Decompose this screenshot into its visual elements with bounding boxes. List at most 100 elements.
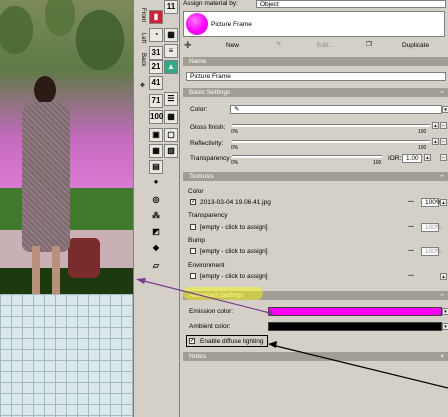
gloss-spin-icon[interactable]: ▴ <box>432 122 439 129</box>
material-name-input[interactable]: Picture Frame <box>186 72 446 81</box>
texture-transparency-pct[interactable]: 100% <box>421 223 442 232</box>
ambient-dropdown-icon[interactable]: ▾ <box>442 323 448 330</box>
number-tool-1[interactable]: 31 <box>149 46 163 60</box>
screen-icon[interactable]: ▤ <box>149 160 163 174</box>
material-swatch-row[interactable]: Picture Frame <box>183 11 445 37</box>
texture-transparency-label: Transparency <box>188 212 228 219</box>
ambient-color-label: Ambient color: <box>189 323 231 330</box>
new-button[interactable]: New <box>226 42 239 49</box>
diffuse-lighting-checkbox[interactable]: ✓ <box>189 338 195 344</box>
pie-icon[interactable]: ◔ <box>149 28 163 42</box>
texture-color-label: Color <box>188 188 204 195</box>
tab-left[interactable]: Left <box>136 30 146 46</box>
panel-icon[interactable]: ◩ <box>149 226 163 240</box>
transparency-slider[interactable] <box>232 155 382 158</box>
edit-button[interactable]: Edit... <box>317 42 334 49</box>
gloss-max: 100 <box>418 129 427 135</box>
reflectivity-label: Reflectivity: <box>190 140 224 147</box>
transparency-min: 0% <box>231 160 239 166</box>
ambient-color-swatch[interactable] <box>268 322 442 331</box>
ior-spin-icon[interactable]: ▴ <box>424 154 431 161</box>
reflectivity-slider[interactable] <box>232 140 430 143</box>
emission-color-swatch[interactable] <box>268 307 442 316</box>
ground-grid <box>0 294 133 417</box>
image-icon[interactable]: ▧ <box>164 144 178 158</box>
transparency-max: 100 <box>373 160 382 166</box>
basic-settings-header[interactable]: Basic Settings − <box>183 88 448 97</box>
texture-color-spin-icon[interactable]: ▴ <box>440 199 447 206</box>
add-icon[interactable]: ✚ <box>184 40 192 51</box>
gloss-label: Gloss finish: <box>190 124 226 131</box>
tool-bar: ▮ ◔ 31 21 41 71 100 ▣ ▦ ▤ ● ◎ ⁂ ◩ ◆ ▱ 11… <box>147 0 180 417</box>
network-icon[interactable]: ⁂ <box>149 210 163 224</box>
color-book-icon[interactable]: ▮ <box>149 10 163 24</box>
material-name-label: Picture Frame <box>211 21 252 28</box>
diffuse-lighting-label: Enable diffuse lighting <box>200 338 264 345</box>
advanced-settings-header[interactable]: Advanced Settings − <box>183 291 448 300</box>
emission-color-label: Emission color: <box>189 308 234 315</box>
reflectivity-max: 100 <box>418 145 427 151</box>
gloss-reset-icon[interactable]: − <box>440 122 447 129</box>
number-tool-4[interactable]: 71 <box>149 94 163 108</box>
texture-environment-browse[interactable]: ... <box>408 271 414 278</box>
grid-icon[interactable]: ▦ <box>164 28 178 42</box>
name-section-header[interactable]: Name <box>183 57 448 66</box>
texture-environment-checkbox[interactable] <box>190 273 196 279</box>
gloss-min: 0% <box>231 129 239 135</box>
texture-environment-slot[interactable]: [empty - click to assign] <box>200 273 268 280</box>
sliders-icon[interactable]: ☰ <box>164 92 178 106</box>
compass-icon[interactable]: ✥ <box>136 80 146 90</box>
tab-front[interactable]: Front <box>136 4 146 26</box>
number-tool-2[interactable]: 21 <box>149 60 163 74</box>
basic-color-field[interactable]: ✎ <box>230 105 442 114</box>
texture-transparency-checkbox[interactable] <box>190 224 196 230</box>
landscape-icon[interactable]: ▲ <box>164 60 178 74</box>
assign-select[interactable]: Object <box>256 0 446 8</box>
gloss-slider[interactable] <box>232 124 430 127</box>
reflectivity-spin-icon[interactable]: ▴ <box>432 138 439 145</box>
notes-header[interactable]: Notes + <box>183 352 448 361</box>
reflectivity-min: 0% <box>231 145 239 151</box>
material-thumbnail <box>186 13 208 35</box>
texture-environment-spin-icon[interactable]: ▴ <box>440 273 447 280</box>
cube-icon[interactable]: ▣ <box>149 128 163 142</box>
ior-input[interactable]: 1.00 <box>402 154 422 163</box>
texture-transparency-browse[interactable]: ... <box>408 222 414 229</box>
3d-viewport[interactable] <box>0 0 133 417</box>
diamond-icon[interactable]: ◆ <box>149 242 163 256</box>
texture-color-file[interactable]: 2013-03-04 19.06.41.jpg <box>200 199 271 206</box>
number-tool-3[interactable]: 41 <box>149 76 163 90</box>
sphere-icon[interactable]: ● <box>149 176 163 190</box>
number-tool-top[interactable]: 11 <box>164 0 178 14</box>
duplicate-icon[interactable]: ❐ <box>366 40 372 48</box>
list-icon[interactable]: ≡ <box>164 44 178 58</box>
pencil-icon[interactable]: ✎ <box>276 40 281 48</box>
blocks-icon[interactable]: ▦ <box>149 144 163 158</box>
number-tool-5[interactable]: 100 <box>149 110 163 124</box>
texture-color-pct[interactable]: 100% <box>421 198 442 207</box>
duplicate-button[interactable]: Duplicate <box>402 42 429 49</box>
scene-figure <box>16 76 78 296</box>
plane-icon[interactable]: ▱ <box>149 260 163 274</box>
reflectivity-reset-icon[interactable]: − <box>440 138 447 145</box>
material-panel: Assign material by: Object Picture Frame… <box>180 0 448 417</box>
tab-back[interactable]: Back <box>136 52 146 68</box>
textures-header[interactable]: Textures − <box>183 172 448 181</box>
texture-bump-checkbox[interactable] <box>190 248 196 254</box>
frame-icon[interactable]: ▢ <box>164 128 178 142</box>
texture-bump-label: Bump <box>188 237 205 244</box>
transparency-label: Transparency: <box>190 155 232 162</box>
ior-reset-icon[interactable]: − <box>440 154 447 161</box>
ring-icon[interactable]: ◎ <box>149 194 163 208</box>
color-dropdown-icon[interactable]: ▾ <box>442 106 448 113</box>
texture-bump-slot[interactable]: [empty - click to assign] <box>200 248 268 255</box>
grid-2-icon[interactable]: ▦ <box>164 110 178 124</box>
texture-bump-browse[interactable]: ... <box>408 246 414 253</box>
texture-color-browse[interactable]: ... <box>408 197 414 204</box>
texture-color-checkbox[interactable]: ✓ <box>190 199 196 205</box>
texture-environment-label: Environment <box>188 262 225 269</box>
texture-bump-pct[interactable]: 100% <box>421 247 442 256</box>
texture-transparency-slot[interactable]: [empty - click to assign] <box>200 224 268 231</box>
emission-dropdown-icon[interactable]: ▾ <box>442 308 448 315</box>
assign-label: Assign material by: <box>183 0 238 7</box>
